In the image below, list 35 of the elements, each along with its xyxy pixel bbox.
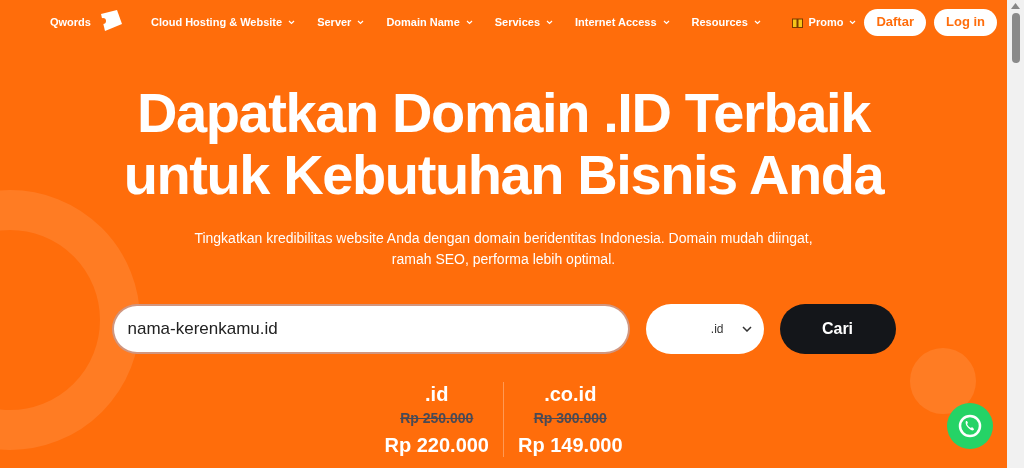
chevron-down-icon <box>288 19 296 25</box>
scrollbar[interactable] <box>1007 0 1024 468</box>
register-button[interactable]: Daftar <box>864 8 926 36</box>
nav-menu-link[interactable]: Server <box>317 13 365 31</box>
search-button[interactable]: Cari <box>779 304 896 354</box>
chevron-down-icon <box>741 326 752 332</box>
nav-menu-link[interactable]: Services <box>494 13 554 31</box>
chevron-down-icon <box>662 19 670 25</box>
chevron-down-icon <box>465 19 473 25</box>
old-price: Rp 250.000 <box>400 409 474 428</box>
domain-search-field[interactable]: nama-kerenkamu.id <box>111 304 630 354</box>
phone-icon <box>957 413 983 439</box>
domain-extension: .co.id <box>544 382 597 406</box>
nav-menu-link[interactable]: Promo <box>791 13 857 31</box>
hero-title: Dapatkan Domain .ID Terbaik untuk Kebutuhan Bisnis Anda <box>123 82 884 206</box>
price: Rp 149.000 <box>518 433 623 457</box>
nav-menu-link[interactable]: Internet Access <box>575 13 670 31</box>
scrollbar-thumb[interactable] <box>1011 13 1020 63</box>
nav-menu-link[interactable]: Resources <box>691 13 761 31</box>
price: Rp 220.000 <box>384 433 489 457</box>
nav-menu-link[interactable]: Domain Name <box>386 13 473 31</box>
logo-text[interactable]: Qwords <box>50 13 91 31</box>
chevron-down-icon <box>753 19 761 25</box>
chevron-down-icon <box>546 19 554 25</box>
scroll-up-icon[interactable] <box>1011 3 1020 9</box>
domain-extension: .id <box>425 382 449 406</box>
chat-button[interactable] <box>947 403 993 449</box>
gift-icon <box>791 16 803 28</box>
login-button[interactable]: Log in <box>934 8 997 36</box>
chevron-down-icon <box>357 19 365 25</box>
chevron-down-icon <box>849 19 857 25</box>
extension-dropdown[interactable]: .id <box>645 304 764 354</box>
hero-subtitle: Tingkatkan kredibilitas website Anda dengan domain beridentitas Indonesia. Domain mudah diingat, ramah SEO, performa lebih optimal. <box>193 229 814 269</box>
old-price: Rp 300.000 <box>533 409 607 428</box>
nav-menu-link[interactable]: Cloud Hosting & Website <box>150 13 296 31</box>
